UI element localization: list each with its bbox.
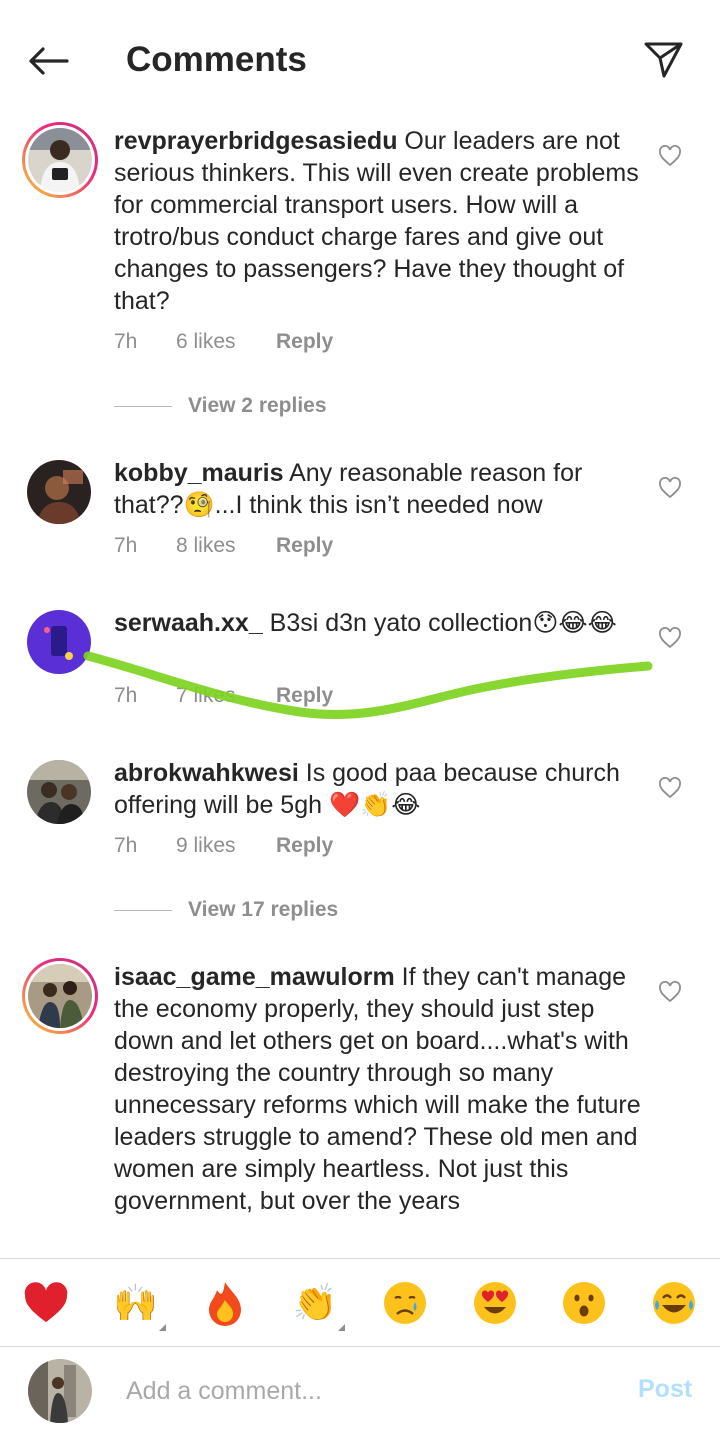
avatar-story-ring[interactable] [22, 958, 98, 1034]
comment-username[interactable]: isaac_game_mawulorm [114, 963, 395, 991]
comment-meta: 7h 7 likes Reply [114, 681, 333, 711]
back-button[interactable] [22, 38, 74, 84]
comment-body: If they can't manage the economy properl… [114, 963, 641, 1215]
comment-username[interactable]: serwaah.xx_ [114, 609, 263, 637]
comment-body: B3si d3n yato collection😯😂😂 [262, 609, 617, 637]
avatar[interactable] [27, 610, 91, 674]
clapping-hands-icon: 👏 [292, 1282, 338, 1324]
share-button[interactable] [638, 34, 690, 86]
comment-text: kobby_mauris Any reasonable reason for t… [114, 457, 644, 521]
like-comment-button[interactable] [656, 774, 684, 802]
comment-time: 7h [114, 834, 138, 857]
reaction-laughing-button[interactable] [650, 1279, 698, 1327]
tears-of-joy-icon [652, 1281, 695, 1324]
comment-meta: 7h 6 likes Reply [114, 327, 333, 357]
comment-text: isaac_game_mawulorm If they can't manage… [114, 961, 644, 1217]
comment-input[interactable] [126, 1369, 606, 1413]
crying-face-icon [383, 1281, 426, 1324]
heart-eyes-face-icon [473, 1281, 516, 1324]
like-comment-button[interactable] [656, 142, 684, 170]
reaction-raising-hands-button[interactable]: 🙌 [112, 1279, 166, 1331]
avatar[interactable] [27, 460, 91, 524]
comment-text: revprayerbridgesasiedu Our leaders are n… [114, 125, 644, 317]
comment-composer: Post [0, 1346, 720, 1446]
comment-text: serwaah.xx_ B3si d3n yato collection😯😂😂 [114, 607, 644, 639]
comment-body: Our leaders are not serious thinkers. Th… [114, 127, 639, 315]
reply-button[interactable]: Reply [276, 681, 333, 711]
reaction-heart-eyes-button[interactable] [471, 1279, 519, 1327]
comment-time: 7h [114, 684, 138, 707]
avatar-story-ring[interactable] [22, 122, 98, 198]
current-user-avatar [28, 1359, 92, 1423]
view-replies-button[interactable]: View 2 replies [114, 391, 327, 421]
reaction-clapping-button[interactable]: 👏 [291, 1279, 346, 1331]
page-title: Comments [126, 40, 307, 79]
post-button[interactable]: Post [638, 1375, 692, 1404]
quick-reaction-bar: 🙌 👏 [0, 1258, 720, 1346]
like-comment-button[interactable] [656, 978, 684, 1006]
surprised-face-icon [563, 1281, 606, 1324]
replies-divider [114, 909, 172, 911]
comment-likes[interactable]: 8 likes [176, 531, 276, 561]
comment-text: abrokwahkwesi Is good paa because church… [114, 757, 644, 821]
heart-outline-icon [659, 981, 681, 1003]
heart-outline-icon [659, 777, 681, 799]
reaction-astonished-button[interactable] [560, 1279, 608, 1327]
like-comment-button[interactable] [656, 474, 684, 502]
arrow-left-icon [29, 47, 69, 75]
comment-meta: 7h 9 likes Reply [114, 831, 333, 861]
raising-hands-icon: 🙌 [113, 1282, 159, 1324]
heart-outline-icon [659, 145, 681, 167]
comment-likes[interactable]: 6 likes [176, 327, 276, 357]
fire-icon [209, 1281, 242, 1326]
heart-outline-icon [659, 477, 681, 499]
replies-divider [114, 405, 172, 407]
avatar[interactable] [27, 760, 91, 824]
view-replies-label: View 17 replies [188, 898, 339, 921]
view-replies-button[interactable]: View 17 replies [114, 895, 338, 925]
comment-username[interactable]: kobby_mauris [114, 459, 284, 487]
avatar [28, 964, 92, 1028]
comment-time: 7h [114, 330, 138, 353]
skin-tone-indicator [158, 1323, 166, 1331]
comment-username[interactable]: abrokwahkwesi [114, 759, 299, 787]
comment-meta: 7h 8 likes Reply [114, 531, 333, 561]
header-bar: Comments [0, 0, 720, 120]
comment-time: 7h [114, 534, 138, 557]
reaction-heart-button[interactable] [22, 1279, 70, 1327]
reaction-crying-button[interactable] [381, 1279, 429, 1327]
reply-button[interactable]: Reply [276, 531, 333, 561]
avatar [28, 128, 92, 192]
comment-likes[interactable]: 9 likes [176, 831, 276, 861]
skin-tone-indicator [338, 1323, 346, 1331]
view-replies-label: View 2 replies [188, 394, 327, 417]
reply-button[interactable]: Reply [276, 327, 333, 357]
red-heart-icon [24, 1281, 68, 1322]
comment-likes[interactable]: 7 likes [176, 681, 276, 711]
heart-outline-icon [659, 627, 681, 649]
reply-button[interactable]: Reply [276, 831, 333, 861]
like-comment-button[interactable] [656, 624, 684, 652]
paper-plane-icon [644, 42, 683, 78]
comment-username[interactable]: revprayerbridgesasiedu [114, 127, 397, 155]
reaction-fire-button[interactable] [201, 1279, 249, 1327]
